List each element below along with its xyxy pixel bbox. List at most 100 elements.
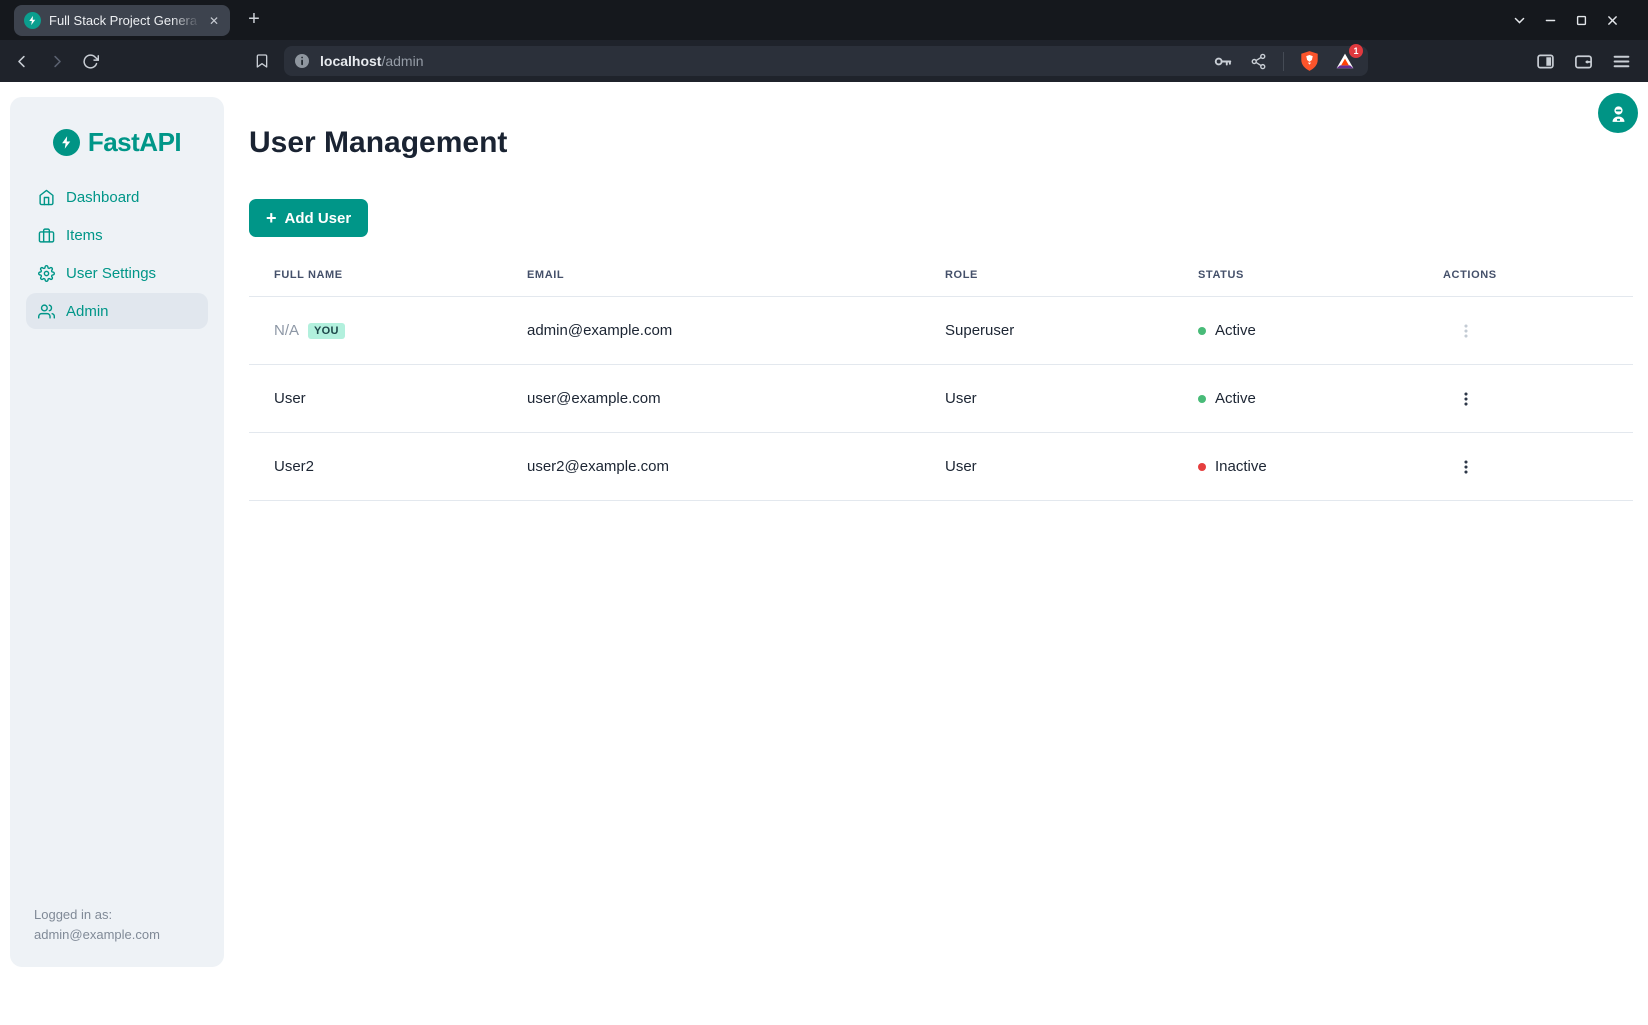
kebab-icon bbox=[1458, 459, 1474, 475]
column-header-role: ROLE bbox=[920, 269, 1173, 281]
table-row: N/A YOU admin@example.com Superuser Acti… bbox=[249, 297, 1633, 365]
cell-role: User bbox=[920, 458, 1173, 475]
logged-in-label: Logged in as: bbox=[34, 905, 160, 925]
you-badge: YOU bbox=[308, 323, 345, 339]
sidebar-item-label: Dashboard bbox=[66, 189, 139, 206]
tab-close-icon[interactable]: ✕ bbox=[205, 12, 223, 30]
main-panel: User Management + Add User FULL NAME EMA… bbox=[249, 82, 1633, 501]
toolbar-right-actions bbox=[1534, 40, 1632, 82]
password-key-icon[interactable] bbox=[1211, 49, 1233, 73]
cell-role: Superuser bbox=[920, 322, 1173, 339]
url-path: /admin bbox=[381, 53, 423, 69]
cell-status: Active bbox=[1173, 322, 1418, 339]
column-header-full-name: FULL NAME bbox=[249, 269, 502, 281]
cell-status: Active bbox=[1173, 390, 1418, 407]
cell-status: Inactive bbox=[1173, 458, 1418, 475]
back-button[interactable] bbox=[12, 51, 32, 71]
users-table: FULL NAME EMAIL ROLE STATUS ACTIONS N/A … bbox=[249, 254, 1633, 501]
table-header-row: FULL NAME EMAIL ROLE STATUS ACTIONS bbox=[249, 254, 1633, 297]
sidebar-item-user-settings[interactable]: User Settings bbox=[26, 255, 208, 291]
cell-email: user2@example.com bbox=[502, 458, 920, 475]
url-host: localhost bbox=[320, 53, 381, 69]
window-controls bbox=[1511, 0, 1620, 40]
side-panel-icon[interactable] bbox=[1534, 49, 1556, 73]
reload-button[interactable] bbox=[80, 51, 100, 71]
table-body: N/A YOU admin@example.com Superuser Acti… bbox=[249, 297, 1633, 501]
browser-toolbar: localhost/admin 1 bbox=[0, 40, 1648, 82]
status-dot bbox=[1198, 327, 1206, 335]
new-tab-button[interactable]: + bbox=[243, 9, 265, 31]
browser-tab[interactable]: Full Stack Project Genera ✕ bbox=[14, 5, 230, 36]
url-text: localhost/admin bbox=[320, 53, 424, 69]
full-name-text: User2 bbox=[274, 458, 314, 475]
kebab-icon bbox=[1458, 391, 1474, 407]
home-icon bbox=[38, 189, 55, 206]
close-window-button[interactable] bbox=[1604, 12, 1620, 28]
full-name-text: User bbox=[274, 390, 306, 407]
rewards-badge: 1 bbox=[1349, 44, 1363, 58]
site-info-icon[interactable] bbox=[294, 53, 310, 69]
full-name-text: N/A bbox=[274, 322, 299, 339]
address-bar[interactable]: localhost/admin 1 bbox=[284, 46, 1368, 76]
cell-full-name: User2 bbox=[249, 458, 502, 475]
minimize-button[interactable] bbox=[1542, 12, 1558, 28]
address-bar-actions: 1 bbox=[1211, 49, 1356, 73]
cell-role: User bbox=[920, 390, 1173, 407]
status-dot bbox=[1198, 395, 1206, 403]
users-icon bbox=[38, 303, 55, 320]
sidebar-item-items[interactable]: Items bbox=[26, 217, 208, 253]
page-content: FastAPI Dashboard Items User Settings bbox=[0, 82, 1648, 1025]
wallet-icon[interactable] bbox=[1572, 49, 1594, 73]
sidebar-item-admin[interactable]: Admin bbox=[26, 293, 208, 329]
sidebar-item-dashboard[interactable]: Dashboard bbox=[26, 179, 208, 215]
maximize-button[interactable] bbox=[1573, 12, 1589, 28]
bookmark-icon[interactable] bbox=[252, 51, 272, 71]
sidebar-item-label: User Settings bbox=[66, 265, 156, 282]
sidebar-nav: Dashboard Items User Settings Admin bbox=[10, 179, 224, 329]
status-text: Active bbox=[1215, 390, 1256, 407]
share-icon[interactable] bbox=[1247, 49, 1269, 73]
cell-actions bbox=[1418, 452, 1633, 482]
column-header-email: EMAIL bbox=[502, 269, 920, 281]
kebab-icon bbox=[1458, 323, 1474, 339]
fastapi-logo-icon bbox=[53, 129, 80, 156]
cell-full-name: User bbox=[249, 390, 502, 407]
divider bbox=[1283, 52, 1284, 71]
forward-button[interactable] bbox=[46, 51, 66, 71]
briefcase-icon bbox=[38, 227, 55, 244]
tab-search-chevron-icon[interactable] bbox=[1511, 12, 1527, 28]
logged-in-email: admin@example.com bbox=[34, 925, 160, 945]
add-user-button[interactable]: + Add User bbox=[249, 199, 368, 237]
add-user-label: Add User bbox=[285, 210, 352, 227]
brave-rewards-icon[interactable]: 1 bbox=[1334, 49, 1356, 73]
brave-shields-icon[interactable] bbox=[1298, 49, 1320, 73]
column-header-actions: ACTIONS bbox=[1418, 269, 1633, 281]
status-dot bbox=[1198, 463, 1206, 471]
sidebar-item-label: Items bbox=[66, 227, 103, 244]
cell-email: user@example.com bbox=[502, 390, 920, 407]
column-header-status: STATUS bbox=[1173, 269, 1418, 281]
row-actions-menu-button[interactable] bbox=[1451, 316, 1481, 346]
cell-actions bbox=[1418, 316, 1633, 346]
fastapi-favicon-icon bbox=[24, 12, 41, 29]
table-row: User user@example.com User Active bbox=[249, 365, 1633, 433]
cell-full-name: N/A YOU bbox=[249, 322, 502, 339]
logged-in-info: Logged in as: admin@example.com bbox=[34, 905, 160, 945]
status-text: Active bbox=[1215, 322, 1256, 339]
cell-email: admin@example.com bbox=[502, 322, 920, 339]
row-actions-menu-button[interactable] bbox=[1451, 384, 1481, 414]
menu-hamburger-icon[interactable] bbox=[1610, 49, 1632, 73]
sidebar-item-label: Admin bbox=[66, 303, 109, 320]
fastapi-logo-text: FastAPI bbox=[88, 127, 181, 158]
sidebar: FastAPI Dashboard Items User Settings bbox=[10, 97, 224, 967]
tab-title: Full Stack Project Genera bbox=[49, 13, 205, 28]
status-text: Inactive bbox=[1215, 458, 1267, 475]
browser-tabstrip: Full Stack Project Genera ✕ + bbox=[0, 0, 1648, 40]
table-row: User2 user2@example.com User Inactive bbox=[249, 433, 1633, 501]
row-actions-menu-button[interactable] bbox=[1451, 452, 1481, 482]
plus-icon: + bbox=[266, 209, 277, 227]
page-title: User Management bbox=[249, 126, 1633, 160]
fastapi-logo: FastAPI bbox=[10, 97, 224, 158]
cell-actions bbox=[1418, 384, 1633, 414]
gear-icon bbox=[38, 265, 55, 282]
